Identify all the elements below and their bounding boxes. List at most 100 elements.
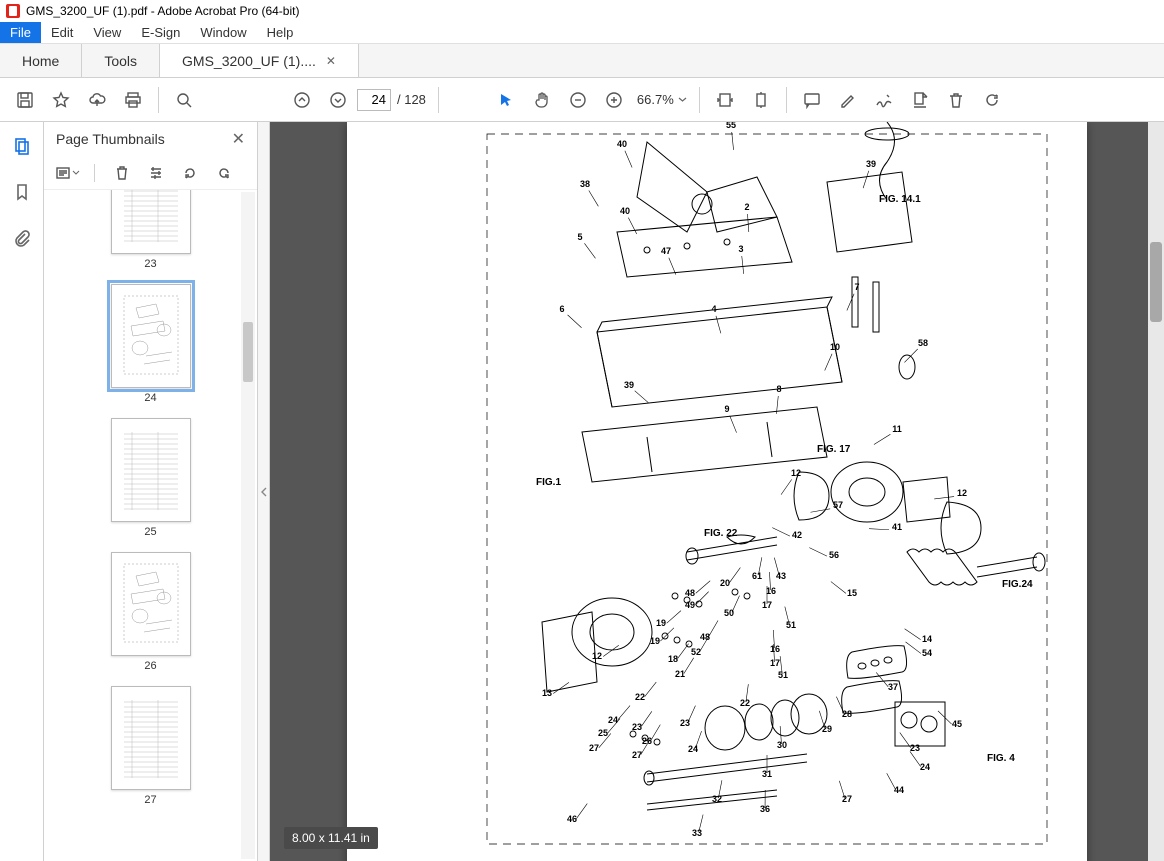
thumb-rotate-cw-icon[interactable] — [211, 160, 237, 186]
svg-text:31: 31 — [762, 769, 772, 779]
save-icon[interactable] — [8, 83, 42, 117]
delete-icon[interactable] — [939, 83, 973, 117]
fit-width-icon[interactable] — [708, 83, 742, 117]
document-viewport[interactable]: 5540393840254737641058398911121257414256… — [270, 122, 1164, 861]
page-down-icon[interactable] — [321, 83, 355, 117]
svg-text:49: 49 — [685, 600, 695, 610]
doc-scrollbar-thumb[interactable] — [1150, 242, 1162, 322]
comment-icon[interactable] — [795, 83, 829, 117]
doc-vertical-scrollbar[interactable] — [1148, 122, 1164, 861]
content-area: Page Thumbnails ✕ 2324252627 — [0, 122, 1164, 861]
toolbar-separator — [786, 87, 787, 113]
menu-window[interactable]: Window — [190, 22, 256, 43]
svg-text:55: 55 — [726, 122, 736, 130]
thumbnail-item[interactable]: 26 — [111, 552, 191, 672]
rotate-icon[interactable] — [975, 83, 1009, 117]
thumbnail-page[interactable] — [111, 418, 191, 522]
stamp-icon[interactable] — [903, 83, 937, 117]
attachments-panel-icon[interactable] — [8, 224, 36, 252]
hand-icon[interactable] — [525, 83, 559, 117]
svg-text:48: 48 — [685, 588, 695, 598]
svg-text:FIG.1: FIG.1 — [536, 477, 561, 488]
window-title-bar: GMS_3200_UF (1).pdf - Adobe Acrobat Pro … — [0, 0, 1164, 22]
svg-text:23: 23 — [680, 718, 690, 728]
sign-icon[interactable] — [867, 83, 901, 117]
page-size-badge: 8.00 x 11.41 in — [284, 827, 378, 849]
svg-text:46: 46 — [567, 814, 577, 824]
svg-text:19: 19 — [656, 618, 666, 628]
thumbnails-toolbar — [44, 156, 257, 190]
svg-text:50: 50 — [724, 608, 734, 618]
page-number-input[interactable] — [357, 89, 391, 111]
panel-collapse-handle[interactable] — [258, 122, 270, 861]
svg-text:12: 12 — [791, 468, 801, 478]
thumb-delete-icon[interactable] — [109, 160, 135, 186]
svg-text:8: 8 — [776, 384, 781, 394]
star-icon[interactable] — [44, 83, 78, 117]
svg-text:51: 51 — [786, 620, 796, 630]
thumbnail-page[interactable] — [111, 284, 191, 388]
close-panel-icon[interactable]: ✕ — [232, 129, 245, 149]
svg-text:54: 54 — [922, 648, 932, 658]
svg-text:17: 17 — [770, 658, 780, 668]
thumbs-scrollbar-thumb[interactable] — [243, 322, 253, 382]
menu-help[interactable]: Help — [257, 22, 304, 43]
menu-esign[interactable]: E-Sign — [131, 22, 190, 43]
svg-text:17: 17 — [762, 600, 772, 610]
thumbnails-scroll[interactable]: 23 24 25 26 27 — [44, 190, 257, 861]
thumbnail-item[interactable]: 23 — [111, 190, 191, 270]
svg-text:10: 10 — [830, 342, 840, 352]
app-icon — [6, 4, 20, 18]
svg-text:16: 16 — [766, 586, 776, 596]
zoom-in-icon[interactable] — [597, 83, 631, 117]
thumbs-scrollbar[interactable] — [241, 192, 255, 859]
tab-tools[interactable]: Tools — [82, 44, 160, 77]
svg-text:2: 2 — [744, 202, 749, 212]
tab-close-icon[interactable]: ✕ — [326, 54, 336, 68]
svg-text:38: 38 — [580, 179, 590, 189]
window-title: GMS_3200_UF (1).pdf - Adobe Acrobat Pro … — [26, 4, 299, 18]
pointer-icon[interactable] — [489, 83, 523, 117]
svg-text:29: 29 — [822, 724, 832, 734]
svg-text:25: 25 — [598, 728, 608, 738]
thumb-options-icon[interactable] — [54, 160, 80, 186]
zoom-dropdown[interactable]: 66.7% — [637, 92, 687, 107]
thumbnail-item[interactable]: 24 — [111, 284, 191, 404]
tab-document[interactable]: GMS_3200_UF (1).... ✕ — [160, 44, 359, 77]
thumbnail-item[interactable]: 27 — [111, 686, 191, 806]
page-up-icon[interactable] — [285, 83, 319, 117]
cloud-icon[interactable] — [80, 83, 114, 117]
thumbnail-label: 26 — [144, 660, 156, 672]
thumbnail-label: 23 — [144, 258, 156, 270]
svg-text:47: 47 — [661, 246, 671, 256]
thumbnail-page[interactable] — [111, 190, 191, 254]
thumbnail-page[interactable] — [111, 552, 191, 656]
highlight-icon[interactable] — [831, 83, 865, 117]
thumbnails-list: 23 24 25 26 27 — [44, 190, 257, 806]
print-icon[interactable] — [116, 83, 150, 117]
svg-text:22: 22 — [635, 692, 645, 702]
tab-home[interactable]: Home — [0, 44, 82, 77]
thumb-organize-icon[interactable] — [143, 160, 169, 186]
thumb-rotate-ccw-icon[interactable] — [177, 160, 203, 186]
menu-bar: File Edit View E-Sign Window Help — [0, 22, 1164, 44]
svg-text:27: 27 — [842, 794, 852, 804]
zoom-out-icon[interactable] — [561, 83, 595, 117]
fit-page-icon[interactable] — [744, 83, 778, 117]
bookmark-panel-icon[interactable] — [8, 178, 36, 206]
find-icon[interactable] — [167, 83, 201, 117]
svg-text:9: 9 — [724, 404, 729, 414]
svg-text:15: 15 — [847, 588, 857, 598]
thumbnails-panel-icon[interactable] — [8, 132, 36, 160]
svg-text:39: 39 — [624, 380, 634, 390]
menu-file[interactable]: File — [0, 22, 41, 43]
menu-edit[interactable]: Edit — [41, 22, 83, 43]
svg-text:51: 51 — [778, 670, 788, 680]
thumbnail-page[interactable] — [111, 686, 191, 790]
svg-text:56: 56 — [829, 550, 839, 560]
svg-text:20: 20 — [720, 578, 730, 588]
toolbar-separator — [699, 87, 700, 113]
menu-view[interactable]: View — [83, 22, 131, 43]
thumbnail-item[interactable]: 25 — [111, 418, 191, 538]
svg-text:11: 11 — [892, 424, 902, 434]
